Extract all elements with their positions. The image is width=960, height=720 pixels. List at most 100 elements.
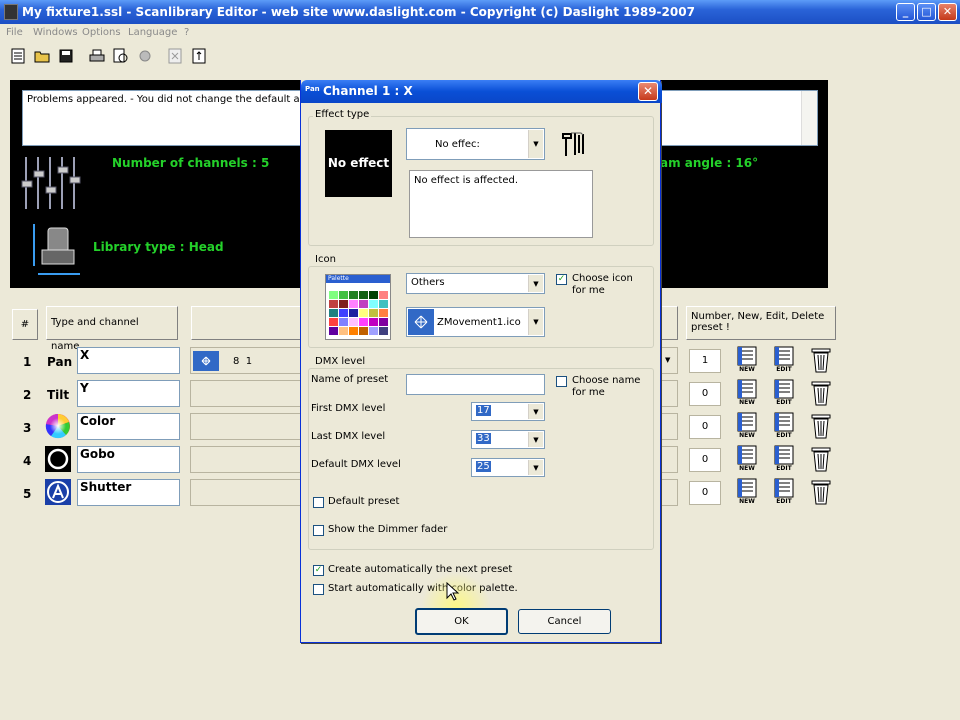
chevron-down-icon: ▼	[528, 130, 543, 158]
icon-group-label: Icon	[313, 254, 338, 265]
delete-preset-icon[interactable]	[809, 412, 833, 440]
delete-preset-icon[interactable]	[809, 445, 833, 473]
preset-strip-end[interactable]	[660, 446, 678, 473]
dialog-app-icon: Pan	[305, 85, 320, 93]
toolbar	[0, 42, 220, 70]
choose-name-checkbox[interactable]	[556, 376, 567, 387]
new-preset-icon[interactable]: NEW	[735, 445, 759, 473]
dmx-level-label: DMX level	[313, 356, 368, 367]
palette-swatch	[369, 309, 378, 317]
palette-swatch	[379, 291, 388, 299]
problems-scrollbar[interactable]	[801, 91, 817, 145]
delete-preset-icon[interactable]	[809, 379, 833, 407]
new-file-icon[interactable]	[8, 46, 28, 66]
preset-count: 0	[689, 415, 721, 439]
default-dmx-label: Default DMX level	[311, 459, 401, 470]
edit-preset-icon[interactable]: EDIT	[772, 412, 796, 440]
preset-count: 1	[689, 349, 721, 373]
dialog-close-button[interactable]: ✕	[638, 82, 658, 101]
palette-swatch	[329, 291, 338, 299]
shutter-icon	[45, 479, 71, 505]
preset-strip[interactable]	[190, 413, 301, 440]
delete-preset-icon[interactable]	[809, 346, 833, 374]
color-palette-icon: Palette	[325, 274, 391, 340]
preset-strip[interactable]	[190, 380, 301, 407]
channel-name-field[interactable]: Color	[77, 413, 180, 440]
palette-swatch	[329, 300, 338, 308]
row-number: 3	[23, 421, 32, 435]
channel-type-label: Pan	[47, 355, 73, 369]
column-preset-header	[191, 306, 301, 340]
menu-help[interactable]: ?	[184, 27, 189, 38]
preset-strip-end[interactable]	[660, 413, 678, 440]
delete-preset-icon[interactable]	[809, 478, 833, 506]
effect-combo[interactable]: No effec: ▼	[406, 128, 545, 160]
edit-preset-icon[interactable]: EDIT	[772, 379, 796, 407]
document-icon[interactable]	[189, 46, 209, 66]
show-dimmer-checkbox[interactable]	[313, 525, 324, 536]
edit-preset-icon[interactable]: EDIT	[772, 445, 796, 473]
palette-swatch	[339, 309, 348, 317]
dialog-titlebar[interactable]: Pan Channel 1 : X ✕	[301, 80, 662, 103]
edit-preset-icon[interactable]: EDIT	[772, 346, 796, 374]
edit-preset-icon[interactable]: EDIT	[772, 478, 796, 506]
preset-strip-end[interactable]: ▼	[660, 347, 678, 374]
preset-strip-end[interactable]	[660, 380, 678, 407]
new-preset-icon[interactable]: NEW	[735, 412, 759, 440]
library-type: Library type : Head	[93, 240, 224, 254]
preset-count: 0	[689, 382, 721, 406]
new-preset-icon[interactable]: NEW	[735, 478, 759, 506]
choose-icon-checkbox[interactable]: ✓	[556, 274, 567, 285]
edit-preset-icon-label: EDIT	[776, 465, 792, 472]
first-dmx-combo[interactable]: 17 ▼	[471, 402, 545, 421]
preset-count: 0	[689, 481, 721, 505]
menu-file[interactable]: File	[6, 27, 23, 38]
gobo-icon	[45, 446, 71, 472]
open-folder-icon[interactable]	[32, 46, 52, 66]
default-dmx-combo[interactable]: 25 ▼	[471, 458, 545, 477]
print-icon[interactable]	[87, 46, 107, 66]
preset-count: 0	[689, 448, 721, 472]
name-of-preset-input[interactable]	[406, 374, 545, 395]
icon-file-combo[interactable]: ZMovement1.ico ▼	[406, 307, 545, 337]
palette-swatch	[339, 291, 348, 299]
palette-swatch	[369, 327, 378, 335]
color-wheel-icon	[45, 413, 71, 439]
preset-strip[interactable]	[190, 479, 301, 506]
menu-language[interactable]: Language	[128, 27, 177, 38]
tools-icon[interactable]	[559, 130, 589, 160]
problems-text: Problems appeared. - You did not change …	[27, 94, 322, 105]
dialog-title: Channel 1 : X	[323, 84, 413, 98]
print-preview-icon[interactable]	[111, 46, 131, 66]
default-preset-checkbox[interactable]	[313, 497, 324, 508]
last-dmx-combo[interactable]: 33 ▼	[471, 430, 545, 449]
menu-options[interactable]: Options	[82, 27, 121, 38]
close-button[interactable]: ✕	[938, 3, 957, 21]
new-preset-icon[interactable]: NEW	[735, 346, 759, 374]
column-actions-header: Number, New, Edit, Delete preset !	[686, 306, 836, 340]
window-titlebar[interactable]: My fixture1.ssl - Scanlibrary Editor - w…	[0, 0, 960, 24]
maximize-button[interactable]: □	[917, 3, 936, 21]
channel-name-field[interactable]: Shutter	[77, 479, 180, 506]
cancel-button[interactable]: Cancel	[518, 609, 611, 634]
menu-windows[interactable]: Windows	[33, 27, 78, 38]
start-color-checkbox[interactable]	[313, 584, 324, 595]
palette-swatch	[349, 291, 358, 299]
ok-button[interactable]: OK	[415, 608, 508, 635]
preset-strip-end[interactable]	[660, 479, 678, 506]
save-icon[interactable]	[56, 46, 76, 66]
new-preset-icon[interactable]: NEW	[735, 379, 759, 407]
show-dimmer-label: Show the Dimmer fader	[328, 524, 448, 535]
app-icon	[4, 4, 18, 20]
channel-name-field[interactable]: Gobo	[77, 446, 180, 473]
icon-category-combo[interactable]: Others ▼	[406, 273, 545, 294]
channel-name-field[interactable]: Y	[77, 380, 180, 407]
preset-strip[interactable]	[190, 446, 301, 473]
create-next-checkbox[interactable]: ✓	[313, 565, 324, 576]
channel-dialog: Pan Channel 1 : X ✕ Effect type No effec…	[300, 80, 662, 643]
minimize-button[interactable]: _	[896, 3, 915, 21]
choose-name-label: Choose name for me	[572, 375, 641, 398]
channel-name-field[interactable]: X	[77, 347, 180, 374]
column-type-header: Type and channel name.	[46, 306, 178, 352]
preset-strip[interactable]: 8 1	[190, 347, 301, 374]
